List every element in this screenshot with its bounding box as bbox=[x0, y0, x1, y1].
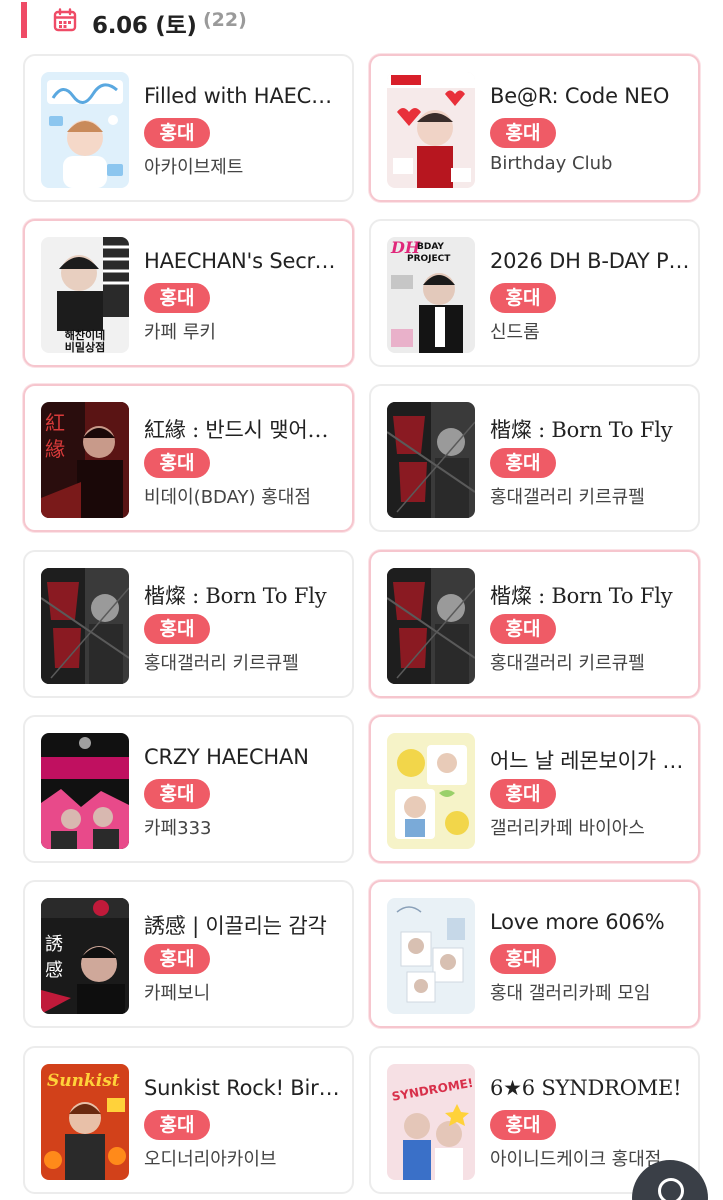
event-venue: 홍대 갤러리카페 모임 bbox=[490, 983, 651, 1004]
svg-text:PROJECT: PROJECT bbox=[407, 254, 451, 264]
event-title: 楷燦 : Born To Fly bbox=[490, 584, 673, 608]
event-card[interactable]: 楷燦 : Born To Fly 홍대 홍대갤러리 키르큐펠 bbox=[369, 384, 700, 532]
event-title: 楷燦 : Born To Fly bbox=[144, 584, 327, 608]
region-badge: 홍대 bbox=[490, 448, 556, 478]
event-venue: 카페333 bbox=[144, 818, 212, 839]
event-poster bbox=[387, 402, 475, 518]
event-card[interactable]: Sunkist Sunkist Rock! Birthday 홍대 오디너리아카… bbox=[23, 1046, 354, 1194]
event-venue: 홍대갤러리 키르큐펠 bbox=[490, 653, 645, 674]
event-poster bbox=[41, 733, 129, 849]
event-venue: 카페 루키 bbox=[144, 322, 216, 343]
event-card[interactable]: 어느 날 레몬보이가 찾아왔다 홍대 갤러리카페 바이아스 bbox=[369, 715, 700, 863]
event-title: Be@R: Code NEO bbox=[490, 84, 670, 108]
event-venue: 홍대갤러리 키르큐펠 bbox=[144, 653, 299, 674]
event-count: (22) bbox=[203, 9, 247, 31]
svg-text:誘: 誘 bbox=[45, 934, 63, 955]
region-badge: 홍대 bbox=[490, 614, 556, 644]
search-icon bbox=[658, 1178, 684, 1200]
event-venue: 신드롬 bbox=[490, 322, 540, 343]
event-title: Love more 606% bbox=[490, 910, 665, 934]
event-venue: 갤러리카페 바이아스 bbox=[490, 818, 645, 839]
event-poster bbox=[41, 568, 129, 684]
region-badge: 홍대 bbox=[144, 448, 210, 478]
event-card[interactable]: DH BDAY PROJECT 2026 DH B-DAY PROJECT 홍대… bbox=[369, 219, 700, 367]
region-badge: 홍대 bbox=[490, 779, 556, 809]
region-badge: 홍대 bbox=[144, 283, 210, 313]
region-badge: 홍대 bbox=[144, 1110, 210, 1140]
event-title: HAECHAN's Secret Shop bbox=[144, 249, 344, 273]
event-poster: 誘 感 bbox=[41, 898, 129, 1014]
event-title: CRZY HAECHAN bbox=[144, 745, 309, 769]
event-title: 楷燦 : Born To Fly bbox=[490, 418, 673, 442]
event-venue: 홍대갤러리 키르큐펠 bbox=[490, 487, 645, 508]
event-title: 6★6 SYNDROME! bbox=[490, 1076, 682, 1100]
event-poster: SYNDROME! bbox=[387, 1064, 475, 1180]
svg-text:해찬이네: 해찬이네 bbox=[65, 328, 105, 342]
svg-text:緣: 緣 bbox=[45, 437, 65, 461]
event-card[interactable]: 楷燦 : Born To Fly 홍대 홍대갤러리 키르큐펠 bbox=[23, 550, 354, 698]
event-title: Sunkist Rock! Birthday bbox=[144, 1076, 344, 1100]
event-title: 誘感 | 이끌리는 감각 bbox=[144, 914, 327, 938]
event-poster bbox=[41, 72, 129, 188]
event-venue: 아카이브제트 bbox=[144, 157, 244, 178]
event-card[interactable]: 誘 感 誘感 | 이끌리는 감각 홍대 카페보니 bbox=[23, 880, 354, 1028]
event-card[interactable]: 楷燦 : Born To Fly 홍대 홍대갤러리 키르큐펠 bbox=[369, 550, 700, 698]
event-poster bbox=[387, 568, 475, 684]
event-card[interactable]: Be@R: Code NEO 홍대 Birthday Club bbox=[369, 54, 700, 202]
event-card[interactable]: Love more 606% 홍대 홍대 갤러리카페 모임 bbox=[369, 880, 700, 1028]
event-title: 어느 날 레몬보이가 찾아왔다 bbox=[490, 749, 690, 773]
event-poster bbox=[387, 898, 475, 1014]
event-card[interactable]: 紅 緣 紅緣 : 반드시 맺어지는 인연 홍대 비데이(BDAY) 홍대점 bbox=[23, 384, 354, 532]
event-venue: 카페보니 bbox=[144, 983, 211, 1004]
svg-text:Sunkist: Sunkist bbox=[47, 1071, 120, 1091]
svg-text:紅: 紅 bbox=[45, 411, 65, 435]
region-badge: 홍대 bbox=[144, 944, 210, 974]
region-badge: 홍대 bbox=[490, 1110, 556, 1140]
svg-text:感: 感 bbox=[45, 960, 63, 981]
event-title: 2026 DH B-DAY PROJECT bbox=[490, 249, 690, 273]
event-venue: 오디너리아카이브 bbox=[144, 1149, 277, 1170]
svg-text:BDAY: BDAY bbox=[417, 242, 444, 252]
svg-text:비밀상점: 비밀상점 bbox=[65, 340, 105, 353]
region-badge: 홍대 bbox=[490, 118, 556, 148]
event-poster bbox=[387, 733, 475, 849]
event-title: Filled with HAECHAN bbox=[144, 84, 344, 108]
region-badge: 홍대 bbox=[144, 118, 210, 148]
calendar-icon bbox=[53, 8, 77, 32]
event-poster: 해찬이네 비밀상점 bbox=[41, 237, 129, 353]
region-badge: 홍대 bbox=[144, 779, 210, 809]
region-badge: 홍대 bbox=[144, 614, 210, 644]
region-badge: 홍대 bbox=[490, 944, 556, 974]
event-poster: 紅 緣 bbox=[41, 402, 129, 518]
event-venue: 비데이(BDAY) 홍대점 bbox=[144, 487, 311, 508]
event-venue: Birthday Club bbox=[490, 153, 613, 174]
section-date: 6.06 (토) bbox=[92, 13, 197, 39]
accent-bar bbox=[21, 2, 27, 38]
event-card[interactable]: 해찬이네 비밀상점 HAECHAN's Secret Shop 홍대 카페 루키 bbox=[23, 219, 354, 367]
event-poster: Sunkist bbox=[41, 1064, 129, 1180]
event-poster: DH BDAY PROJECT bbox=[387, 237, 475, 353]
event-poster bbox=[387, 72, 475, 188]
event-card[interactable]: CRZY HAECHAN 홍대 카페333 bbox=[23, 715, 354, 863]
region-badge: 홍대 bbox=[490, 283, 556, 313]
event-card[interactable]: Filled with HAECHAN 홍대 아카이브제트 bbox=[23, 54, 354, 202]
date-section-header: 6.06 (토) (22) bbox=[0, 0, 723, 42]
event-title: 紅緣 : 반드시 맺어지는 인연 bbox=[144, 418, 344, 442]
